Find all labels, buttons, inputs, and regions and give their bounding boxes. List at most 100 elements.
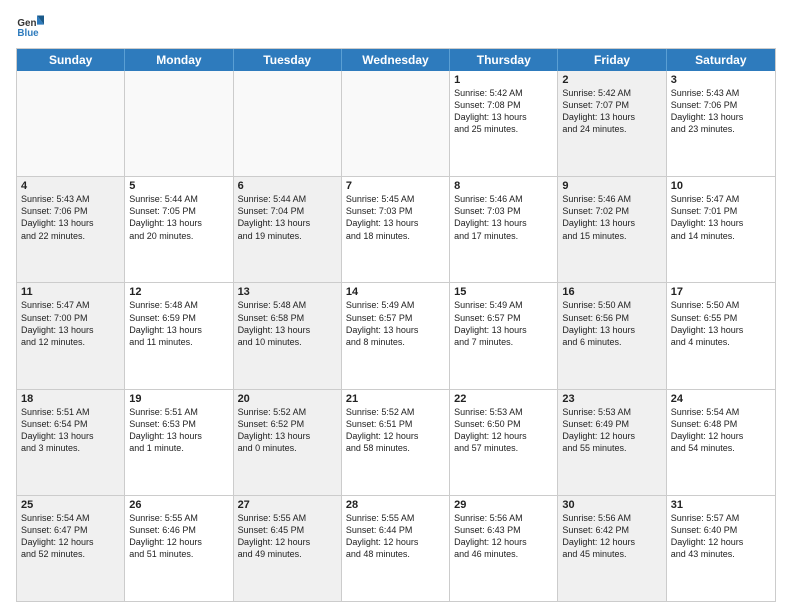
day-cell-31: 31 Sunrise: 5:57 AM Sunset: 6:40 PM Dayli… [667, 496, 775, 601]
day-number: 23 [562, 393, 661, 405]
day-number: 16 [562, 286, 661, 298]
day-header-tuesday: Tuesday [234, 49, 342, 71]
day-number: 11 [21, 286, 120, 298]
day-cell-20: 20 Sunrise: 5:52 AM Sunset: 6:52 PM Dayli… [234, 390, 342, 495]
day-number: 29 [454, 499, 553, 511]
day-info: Sunrise: 5:54 AM Sunset: 6:47 PM Dayligh… [21, 513, 94, 559]
day-info: Sunrise: 5:47 AM Sunset: 7:00 PM Dayligh… [21, 300, 94, 346]
day-cell-22: 22 Sunrise: 5:53 AM Sunset: 6:50 PM Dayli… [450, 390, 558, 495]
day-info: Sunrise: 5:46 AM Sunset: 7:02 PM Dayligh… [562, 194, 635, 240]
day-number: 30 [562, 499, 661, 511]
day-cell-7: 7 Sunrise: 5:45 AM Sunset: 7:03 PM Daylig… [342, 177, 450, 282]
day-number: 13 [238, 286, 337, 298]
day-number: 26 [129, 499, 228, 511]
day-info: Sunrise: 5:57 AM Sunset: 6:40 PM Dayligh… [671, 513, 744, 559]
day-info: Sunrise: 5:53 AM Sunset: 6:49 PM Dayligh… [562, 407, 635, 453]
day-header-saturday: Saturday [667, 49, 775, 71]
day-info: Sunrise: 5:56 AM Sunset: 6:42 PM Dayligh… [562, 513, 635, 559]
day-number: 3 [671, 74, 771, 86]
day-cell-17: 17 Sunrise: 5:50 AM Sunset: 6:55 PM Dayli… [667, 283, 775, 388]
day-cell-25: 25 Sunrise: 5:54 AM Sunset: 6:47 PM Dayli… [17, 496, 125, 601]
day-cell-12: 12 Sunrise: 5:48 AM Sunset: 6:59 PM Dayli… [125, 283, 233, 388]
day-info: Sunrise: 5:49 AM Sunset: 6:57 PM Dayligh… [346, 300, 419, 346]
day-info: Sunrise: 5:46 AM Sunset: 7:03 PM Dayligh… [454, 194, 527, 240]
day-number: 24 [671, 393, 771, 405]
day-number: 21 [346, 393, 445, 405]
day-number: 17 [671, 286, 771, 298]
day-info: Sunrise: 5:50 AM Sunset: 6:56 PM Dayligh… [562, 300, 635, 346]
day-cell-29: 29 Sunrise: 5:56 AM Sunset: 6:43 PM Dayli… [450, 496, 558, 601]
day-info: Sunrise: 5:45 AM Sunset: 7:03 PM Dayligh… [346, 194, 419, 240]
day-number: 2 [562, 74, 661, 86]
day-cell-11: 11 Sunrise: 5:47 AM Sunset: 7:00 PM Dayli… [17, 283, 125, 388]
day-cell-6: 6 Sunrise: 5:44 AM Sunset: 7:04 PM Daylig… [234, 177, 342, 282]
empty-cell [342, 71, 450, 176]
logo: Gen Blue [16, 12, 48, 40]
day-info: Sunrise: 5:43 AM Sunset: 7:06 PM Dayligh… [671, 88, 744, 134]
day-cell-2: 2 Sunrise: 5:42 AM Sunset: 7:07 PM Daylig… [558, 71, 666, 176]
week-row-3: 11 Sunrise: 5:47 AM Sunset: 7:00 PM Dayli… [17, 283, 775, 389]
day-info: Sunrise: 5:52 AM Sunset: 6:51 PM Dayligh… [346, 407, 419, 453]
day-cell-18: 18Sunrise: 5:51 AM Sunset: 6:54 PM Dayli… [17, 390, 125, 495]
day-info: Sunrise: 5:55 AM Sunset: 6:46 PM Dayligh… [129, 513, 202, 559]
day-number: 28 [346, 499, 445, 511]
day-info: Sunrise: 5:54 AM Sunset: 6:48 PM Dayligh… [671, 407, 744, 453]
day-cell-21: 21 Sunrise: 5:52 AM Sunset: 6:51 PM Dayli… [342, 390, 450, 495]
empty-cell [125, 71, 233, 176]
day-cell-9: 9 Sunrise: 5:46 AM Sunset: 7:02 PM Daylig… [558, 177, 666, 282]
day-cell-13: 13Sunrise: 5:48 AM Sunset: 6:58 PM Dayli… [234, 283, 342, 388]
day-info: Sunrise: 5:48 AM Sunset: 6:59 PM Dayligh… [129, 300, 202, 346]
day-cell-16: 16 Sunrise: 5:50 AM Sunset: 6:56 PM Dayli… [558, 283, 666, 388]
day-number: 22 [454, 393, 553, 405]
day-header-monday: Monday [125, 49, 233, 71]
week-row-5: 25 Sunrise: 5:54 AM Sunset: 6:47 PM Dayli… [17, 496, 775, 601]
day-info: Sunrise: 5:49 AM Sunset: 6:57 PM Dayligh… [454, 300, 527, 346]
day-header-thursday: Thursday [450, 49, 558, 71]
day-cell-3: 3 Sunrise: 5:43 AM Sunset: 7:06 PM Daylig… [667, 71, 775, 176]
day-info: Sunrise: 5:55 AM Sunset: 6:44 PM Dayligh… [346, 513, 419, 559]
calendar-body: 1 Sunrise: 5:42 AM Sunset: 7:08 PM Daylig… [17, 71, 775, 601]
day-info: Sunrise: 5:47 AM Sunset: 7:01 PM Dayligh… [671, 194, 744, 240]
day-cell-4: 4Sunrise: 5:43 AM Sunset: 7:06 PM Daylig… [17, 177, 125, 282]
day-cell-28: 28 Sunrise: 5:55 AM Sunset: 6:44 PM Dayli… [342, 496, 450, 601]
header: Gen Blue [16, 12, 776, 40]
day-number: 25 [21, 499, 120, 511]
day-number: 19 [129, 393, 228, 405]
week-row-4: 18Sunrise: 5:51 AM Sunset: 6:54 PM Dayli… [17, 390, 775, 496]
day-cell-8: 8Sunrise: 5:46 AM Sunset: 7:03 PM Daylig… [450, 177, 558, 282]
day-header-friday: Friday [558, 49, 666, 71]
week-row-2: 4Sunrise: 5:43 AM Sunset: 7:06 PM Daylig… [17, 177, 775, 283]
day-info: Sunrise: 5:53 AM Sunset: 6:50 PM Dayligh… [454, 407, 527, 453]
day-number: 31 [671, 499, 771, 511]
day-number: 7 [346, 180, 445, 192]
day-cell-26: 26 Sunrise: 5:55 AM Sunset: 6:46 PM Dayli… [125, 496, 233, 601]
day-cell-30: 30 Sunrise: 5:56 AM Sunset: 6:42 PM Dayli… [558, 496, 666, 601]
calendar: SundayMondayTuesdayWednesdayThursdayFrid… [16, 48, 776, 602]
empty-cell [17, 71, 125, 176]
svg-text:Blue: Blue [17, 28, 39, 39]
empty-cell [234, 71, 342, 176]
day-info: Sunrise: 5:51 AM Sunset: 6:53 PM Dayligh… [129, 407, 202, 453]
day-header-wednesday: Wednesday [342, 49, 450, 71]
day-cell-14: 14 Sunrise: 5:49 AM Sunset: 6:57 PM Dayli… [342, 283, 450, 388]
day-info: Sunrise: 5:44 AM Sunset: 7:04 PM Dayligh… [238, 194, 311, 240]
day-number: 14 [346, 286, 445, 298]
day-header-sunday: Sunday [17, 49, 125, 71]
day-info: Sunrise: 5:42 AM Sunset: 7:07 PM Dayligh… [562, 88, 635, 134]
day-cell-5: 5Sunrise: 5:44 AM Sunset: 7:05 PM Daylig… [125, 177, 233, 282]
week-row-1: 1 Sunrise: 5:42 AM Sunset: 7:08 PM Daylig… [17, 71, 775, 177]
day-cell-1: 1 Sunrise: 5:42 AM Sunset: 7:08 PM Daylig… [450, 71, 558, 176]
day-number: 12 [129, 286, 228, 298]
day-number: 4 [21, 180, 120, 192]
day-number: 5 [129, 180, 228, 192]
day-info: Sunrise: 5:52 AM Sunset: 6:52 PM Dayligh… [238, 407, 311, 453]
day-cell-27: 27Sunrise: 5:55 AM Sunset: 6:45 PM Dayli… [234, 496, 342, 601]
day-number: 20 [238, 393, 337, 405]
day-cell-24: 24 Sunrise: 5:54 AM Sunset: 6:48 PM Dayli… [667, 390, 775, 495]
day-info: Sunrise: 5:42 AM Sunset: 7:08 PM Dayligh… [454, 88, 527, 134]
day-number: 9 [562, 180, 661, 192]
day-number: 1 [454, 74, 553, 86]
day-info: Sunrise: 5:56 AM Sunset: 6:43 PM Dayligh… [454, 513, 527, 559]
day-number: 6 [238, 180, 337, 192]
day-info: Sunrise: 5:50 AM Sunset: 6:55 PM Dayligh… [671, 300, 744, 346]
